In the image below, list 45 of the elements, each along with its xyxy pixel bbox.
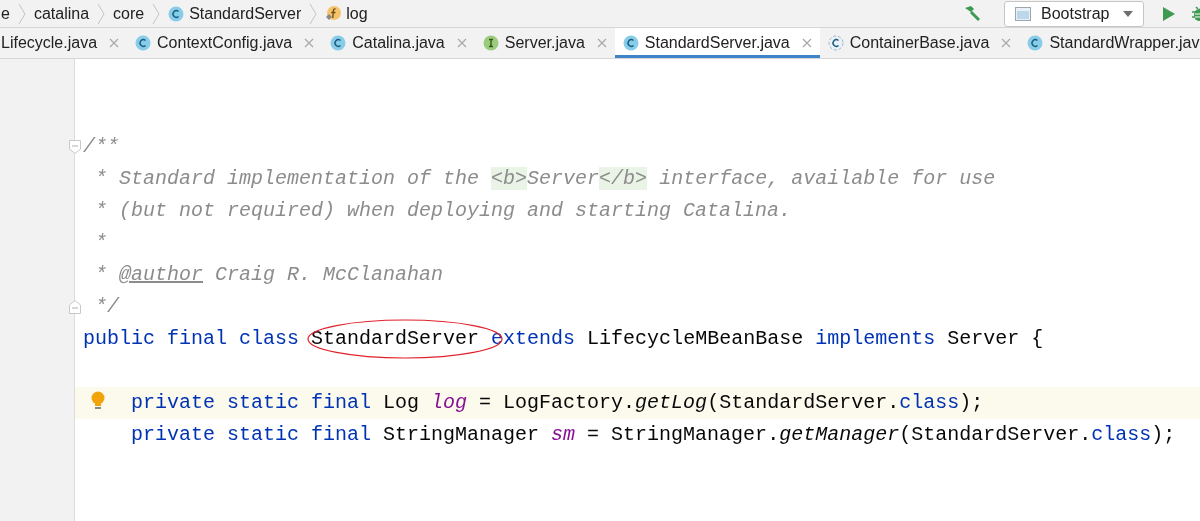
code-line: * (94, 231, 107, 254)
caret-icon (1123, 10, 1133, 17)
chevron-icon (152, 1, 161, 26)
window-icon (1015, 6, 1031, 21)
breadcrumb-item[interactable]: log (325, 4, 368, 23)
editor-tab[interactable]: Catalina.java (322, 28, 475, 58)
fold-icon[interactable] (69, 300, 81, 314)
close-icon[interactable] (801, 38, 812, 48)
class-icon (622, 35, 639, 51)
close-icon[interactable] (304, 38, 315, 48)
code-line: /** (83, 135, 119, 158)
abstract-class-icon (827, 35, 844, 51)
breadcrumb-item[interactable]: e (1, 4, 10, 23)
interface-icon (482, 35, 499, 51)
chevron-icon (17, 1, 26, 26)
editor-tab[interactable]: Lifecycle.java (0, 28, 128, 58)
close-icon[interactable] (596, 38, 607, 48)
class-icon (168, 5, 185, 22)
breadcrumb-item[interactable]: StandardServer (168, 4, 302, 23)
field-icon (325, 5, 342, 22)
class-icon (1027, 35, 1044, 51)
close-icon[interactable] (1001, 38, 1012, 48)
code-line: private static final Log log = LogFactory.getLog(StandardServer.class); (131, 391, 984, 414)
editor-tab[interactable]: StandardWrapper.jav (1019, 28, 1200, 58)
class-icon (330, 35, 347, 51)
run-configuration-dropdown[interactable]: Bootstrap (1004, 0, 1144, 27)
close-icon[interactable] (456, 38, 467, 48)
chevron-icon (309, 1, 318, 26)
code-line: */ (94, 295, 119, 318)
code-line: * (but not required) when deploying and starting Catalina. (94, 199, 792, 222)
breadcrumb-item[interactable]: catalina (33, 4, 90, 23)
editor-tab[interactable]: ContainerBase.java (819, 28, 1020, 58)
code-line: * Standard implementation of the <b>Server</b> interface, available for use (94, 167, 996, 190)
breadcrumb-item[interactable]: core (113, 4, 145, 23)
editor-tab[interactable]: Server.java (474, 28, 615, 58)
chevron-icon (97, 1, 106, 26)
editor-tab[interactable]: StandardServer.java (614, 28, 820, 58)
run-icon[interactable] (1162, 5, 1176, 22)
editor-tab[interactable]: ContextConfig.java (127, 28, 323, 58)
fold-icon[interactable] (69, 140, 81, 154)
class-icon (135, 35, 152, 51)
close-icon[interactable] (109, 38, 120, 48)
code-line: * @author Craig R. McClanahan (94, 263, 444, 286)
code-line: private static final StringManager sm = StringManager.getManager(StandardServer.class); (131, 423, 1176, 446)
lightbulb-icon[interactable] (91, 391, 105, 411)
